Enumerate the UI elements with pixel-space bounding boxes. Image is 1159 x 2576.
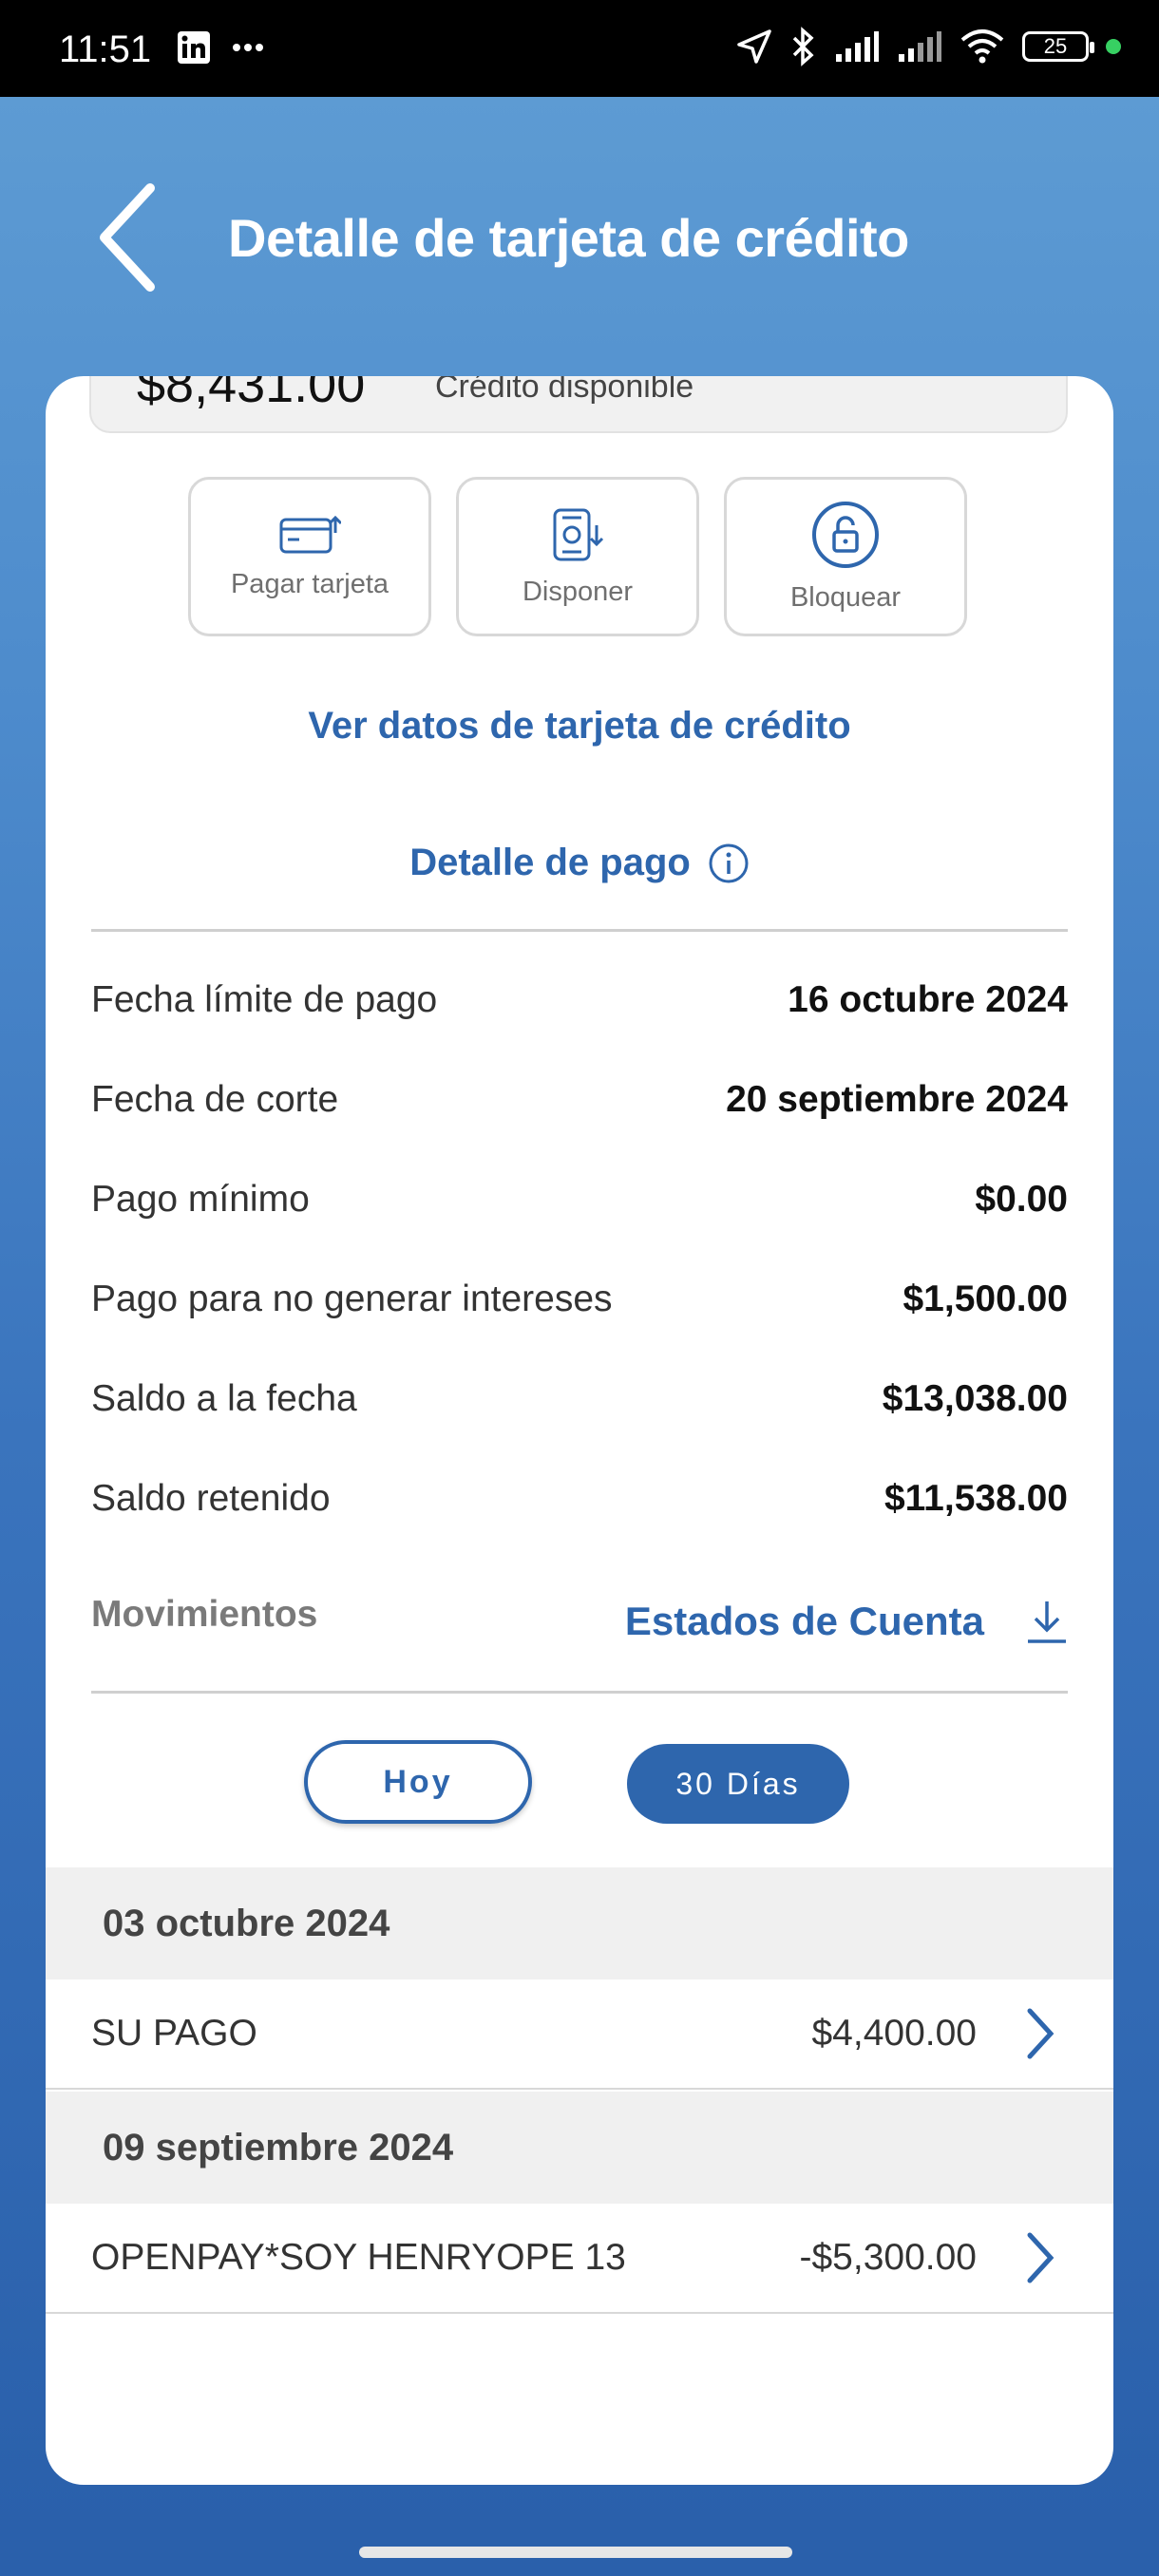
- green-dot-icon: [1106, 39, 1121, 54]
- transaction-name: OPENPAY*SOY HENRYOPE 13: [91, 2237, 626, 2278]
- transaction-amount: -$5,300.00: [799, 2237, 978, 2278]
- lock-icon: [812, 501, 879, 568]
- divider: [91, 1691, 1068, 1694]
- chevron-right-icon: [1027, 2008, 1054, 2059]
- wifi-icon: [960, 29, 1004, 64]
- withdraw-label: Disponer: [522, 576, 634, 607]
- signal-icon-2: [899, 31, 941, 62]
- view-card-data-link[interactable]: Ver datos de tarjeta de crédito: [46, 705, 1113, 748]
- block-button[interactable]: Bloquear: [724, 477, 967, 636]
- available-credit-box: $8,431.00 Crédito disponible: [89, 376, 1068, 433]
- card-pay-icon: [279, 515, 341, 553]
- detail-row: Saldo retenido $11,538.00: [91, 1449, 1068, 1548]
- detail-label: Pago mínimo: [91, 1178, 310, 1220]
- block-label: Bloquear: [789, 581, 902, 613]
- movements-title: Movimientos: [91, 1594, 318, 1635]
- detail-card: $8,431.00 Crédito disponible Pagar tarje…: [46, 376, 1113, 2485]
- withdraw-button[interactable]: Disponer: [456, 477, 699, 636]
- location-icon: [737, 29, 771, 64]
- detail-label: Fecha límite de pago: [91, 978, 438, 1020]
- home-indicator[interactable]: [359, 2547, 792, 2558]
- transaction-row[interactable]: OPENPAY*SOY HENRYOPE 13 -$5,300.00: [46, 2204, 1113, 2314]
- detail-label: Saldo a la fecha: [91, 1377, 357, 1419]
- detail-value: $0.00: [975, 1178, 1068, 1220]
- detail-value: 16 octubre 2024: [788, 978, 1068, 1020]
- back-chevron-icon[interactable]: [91, 180, 167, 294]
- more-icon: [233, 44, 263, 51]
- detail-value: $11,538.00: [884, 1477, 1068, 1519]
- transaction-name: SU PAGO: [91, 2013, 257, 2054]
- detail-row: Fecha límite de pago 16 octubre 2024: [91, 950, 1068, 1050]
- status-bar: 11:51 25: [0, 0, 1159, 97]
- detail-label: Pago para no generar intereses: [91, 1278, 613, 1319]
- status-time: 11:51: [59, 28, 152, 70]
- detail-row: Saldo a la fecha $13,038.00: [91, 1349, 1068, 1449]
- linkedin-icon: [178, 31, 210, 64]
- chevron-right-icon: [1027, 2232, 1054, 2283]
- bluetooth-icon: [792, 27, 814, 66]
- detail-row: Pago para no generar intereses $1,500.00: [91, 1249, 1068, 1349]
- detail-row: Pago mínimo $0.00: [91, 1149, 1068, 1249]
- detail-label: Fecha de corte: [91, 1078, 339, 1120]
- detail-value: $1,500.00: [902, 1278, 1068, 1319]
- action-buttons: Pagar tarjeta Disponer Bloquear: [188, 477, 967, 636]
- account-statements-link[interactable]: Estados de Cuenta: [625, 1598, 1068, 1645]
- battery-level: 25: [1043, 34, 1068, 58]
- info-icon[interactable]: [708, 843, 750, 884]
- detail-value: $13,038.00: [882, 1377, 1068, 1419]
- filter-today-button[interactable]: Hoy: [304, 1740, 532, 1824]
- date-header: 03 octubre 2024: [46, 1867, 1113, 1979]
- account-statements-label: Estados de Cuenta: [624, 1599, 984, 1643]
- detail-row: Fecha de corte 20 septiembre 2024: [91, 1050, 1068, 1149]
- divider: [91, 929, 1068, 932]
- page-title: Detalle de tarjeta de crédito: [228, 208, 909, 268]
- payment-detail-list: Fecha límite de pago 16 octubre 2024 Fec…: [91, 950, 1068, 1548]
- available-credit-amount: $8,431.00: [137, 376, 366, 413]
- withdraw-icon: [553, 508, 604, 560]
- pay-card-label: Pagar tarjeta: [230, 568, 390, 599]
- pay-card-button[interactable]: Pagar tarjeta: [188, 477, 431, 636]
- filter-30-days-button[interactable]: 30 Días: [627, 1744, 849, 1824]
- detail-value: 20 septiembre 2024: [726, 1078, 1068, 1120]
- payment-detail-title: Detalle de pago: [409, 842, 691, 883]
- date-header: 09 septiembre 2024: [46, 2092, 1113, 2204]
- detail-label: Saldo retenido: [91, 1477, 331, 1519]
- battery-icon: 25: [1022, 31, 1094, 62]
- transaction-amount: $4,400.00: [811, 2013, 977, 2054]
- download-icon: [1028, 1601, 1066, 1643]
- signal-icon: [836, 31, 879, 62]
- available-credit-label: Crédito disponible: [435, 376, 694, 405]
- transaction-row[interactable]: SU PAGO $4,400.00: [46, 1979, 1113, 2090]
